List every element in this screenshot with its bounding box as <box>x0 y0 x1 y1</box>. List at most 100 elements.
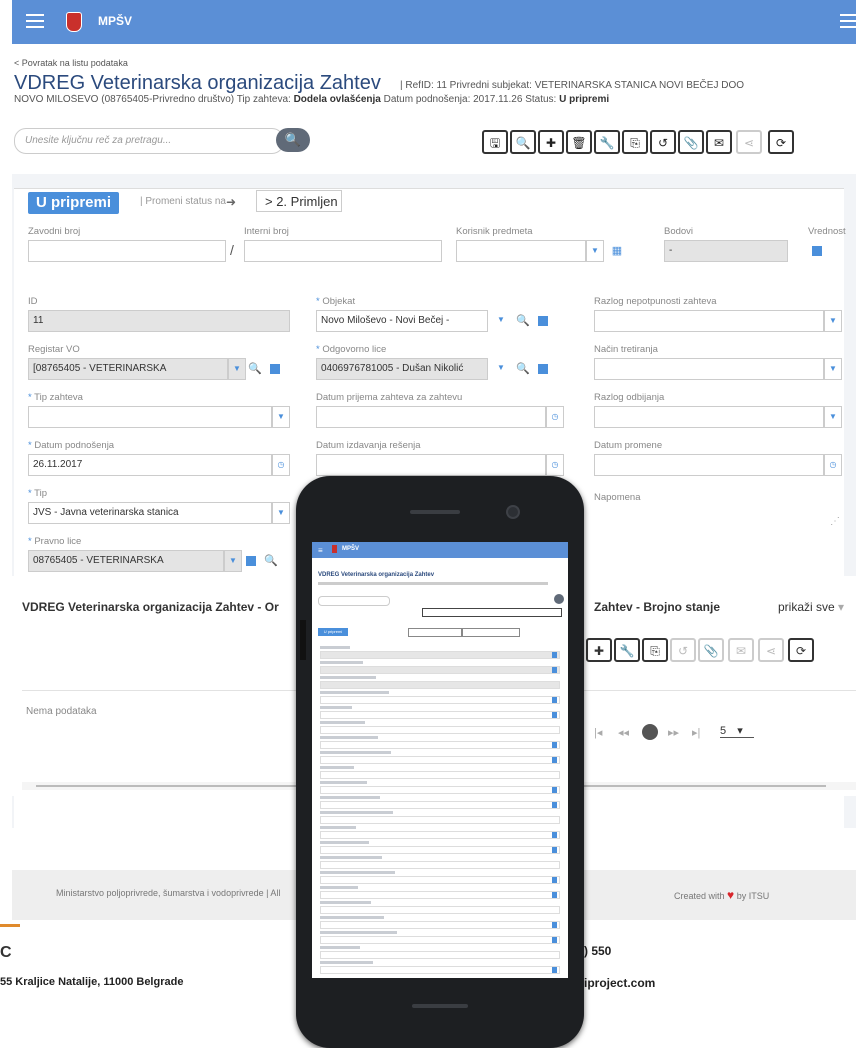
search-icon[interactable]: 🔍 <box>246 358 264 380</box>
mobile-field-icon[interactable] <box>552 787 557 793</box>
chevron-down-icon[interactable]: ▼ <box>272 502 290 524</box>
menu-right-icon[interactable] <box>840 14 856 28</box>
tip-zahteva-field[interactable] <box>28 406 272 428</box>
mobile-field[interactable] <box>320 846 560 854</box>
razlog-odbijanja-field[interactable] <box>594 406 824 428</box>
mobile-field[interactable] <box>320 876 560 884</box>
copy-button[interactable]: ⎘ <box>642 638 668 662</box>
mobile-toolbar[interactable] <box>422 608 562 617</box>
odgovorno-lice-field[interactable]: 0406976781005 - Dušan Nikolić <box>316 358 488 380</box>
mobile-field[interactable] <box>320 711 560 719</box>
chevron-down-icon[interactable]: ▼ <box>824 358 842 380</box>
mobile-field-icon[interactable] <box>552 967 557 973</box>
mobile-field[interactable] <box>320 666 560 674</box>
mobile-field-icon[interactable] <box>552 742 557 748</box>
clock-icon[interactable]: ◷ <box>272 454 290 476</box>
mobile-field[interactable] <box>320 831 560 839</box>
mobile-search-button[interactable] <box>554 594 564 604</box>
mobile-field[interactable] <box>320 936 560 944</box>
korisnik-field[interactable] <box>456 240 586 262</box>
mobile-field[interactable] <box>320 801 560 809</box>
chevron-down-icon[interactable]: ▼ <box>586 240 604 262</box>
clock-icon[interactable]: ◷ <box>824 454 842 476</box>
prev-page-icon[interactable]: ◂◂ <box>618 726 629 739</box>
current-page-icon[interactable] <box>642 724 658 740</box>
chevron-down-icon[interactable]: ▼ <box>228 358 246 380</box>
share-button[interactable]: ⋖ <box>758 638 784 662</box>
datum-izdavanja-field[interactable] <box>316 454 546 476</box>
clock-icon[interactable]: ◷ <box>546 454 564 476</box>
mobile-field-icon[interactable] <box>552 667 557 673</box>
wrench-button[interactable]: 🔧 <box>614 638 640 662</box>
mobile-field[interactable] <box>320 816 560 824</box>
mobile-field-icon[interactable] <box>552 937 557 943</box>
mobile-next-status[interactable] <box>408 628 462 637</box>
resize-handle-icon[interactable]: ⋰ <box>830 516 842 528</box>
chevron-down-icon[interactable]: ▼ <box>492 310 510 332</box>
mobile-field-icon[interactable] <box>552 832 557 838</box>
mobile-field-icon[interactable] <box>552 802 557 808</box>
chevron-down-icon[interactable]: ▼ <box>824 310 842 332</box>
objekat-field[interactable]: Novo Miloševo - Novi Bečej - <box>316 310 488 332</box>
mobile-field-icon[interactable] <box>552 652 557 658</box>
attach-button[interactable]: 📎 <box>698 638 724 662</box>
chevron-down-icon[interactable]: ▼ <box>224 550 242 572</box>
share-button[interactable]: ⋖ <box>736 130 762 154</box>
interni-broj-field[interactable] <box>244 240 442 262</box>
mobile-field[interactable] <box>320 921 560 929</box>
mobile-field[interactable] <box>320 966 560 974</box>
details-icon[interactable] <box>242 550 260 572</box>
refresh-button[interactable]: ⟳ <box>788 638 814 662</box>
mobile-field[interactable] <box>320 786 560 794</box>
datum-prijema-field[interactable] <box>316 406 546 428</box>
chevron-down-icon[interactable]: ▼ <box>824 406 842 428</box>
mobile-field[interactable] <box>320 951 560 959</box>
wrench-button[interactable]: 🔧 <box>594 130 620 154</box>
mobile-field-icon[interactable] <box>552 712 557 718</box>
nacin-field[interactable] <box>594 358 824 380</box>
zavodni-broj-field[interactable] <box>28 240 226 262</box>
mobile-field[interactable] <box>320 861 560 869</box>
email-button[interactable]: ✉ <box>706 130 732 154</box>
mobile-field-icon[interactable] <box>552 757 557 763</box>
mobile-field-icon[interactable] <box>552 877 557 883</box>
clock-icon[interactable]: ◷ <box>546 406 564 428</box>
menu-icon[interactable] <box>26 14 44 28</box>
mobile-field-icon[interactable] <box>552 892 557 898</box>
refresh-button[interactable]: ⟳ <box>768 130 794 154</box>
mobile-field-icon[interactable] <box>552 697 557 703</box>
back-link[interactable]: < Povratak na listu podataka <box>14 58 128 68</box>
search-button[interactable]: 🔍 <box>510 130 536 154</box>
mobile-field-icon[interactable] <box>552 847 557 853</box>
tip-field[interactable]: JVS - Javna veterinarska stanica <box>28 502 272 524</box>
mobile-field[interactable] <box>320 756 560 764</box>
datum-podnosenja-field[interactable]: 26.11.2017 <box>28 454 272 476</box>
next-page-icon[interactable]: ▸▸ <box>668 726 679 739</box>
menu-icon[interactable]: ≡ <box>318 546 323 555</box>
add-button[interactable]: ✚ <box>586 638 612 662</box>
history-button[interactable]: ↺ <box>670 638 696 662</box>
razlog-field[interactable] <box>594 310 824 332</box>
add-button[interactable]: ✚ <box>538 130 564 154</box>
details-icon[interactable] <box>534 310 552 332</box>
mobile-field-icon[interactable] <box>552 922 557 928</box>
mobile-field[interactable] <box>320 651 560 659</box>
mobile-search-input[interactable] <box>318 596 390 606</box>
history-button[interactable]: ↺ <box>650 130 676 154</box>
next-status-button[interactable]: > 2. Primljen <box>256 190 342 212</box>
search-icon[interactable]: 🔍 <box>514 358 532 380</box>
registar-field[interactable]: [08765405 - VETERINARSKA <box>28 358 228 380</box>
calendar-icon[interactable]: ▦ <box>608 240 626 262</box>
show-all-dropdown[interactable]: prikaži sve ▾ <box>778 600 844 614</box>
search-input[interactable]: Unesite ključnu reč za pretragu... <box>14 128 284 154</box>
search-button[interactable]: 🔍 <box>276 128 310 152</box>
save-button[interactable]: 🖫 <box>482 130 508 154</box>
chevron-down-icon[interactable]: ▼ <box>272 406 290 428</box>
pravno-lice-field[interactable]: 08765405 - VETERINARSKA <box>28 550 224 572</box>
mobile-field[interactable] <box>320 741 560 749</box>
attach-button[interactable]: 📎 <box>678 130 704 154</box>
mobile-field[interactable] <box>320 906 560 914</box>
delete-button[interactable]: 🗑 <box>566 130 592 154</box>
search-icon[interactable]: 🔍 <box>514 310 532 332</box>
last-page-icon[interactable]: ▸| <box>692 726 700 739</box>
